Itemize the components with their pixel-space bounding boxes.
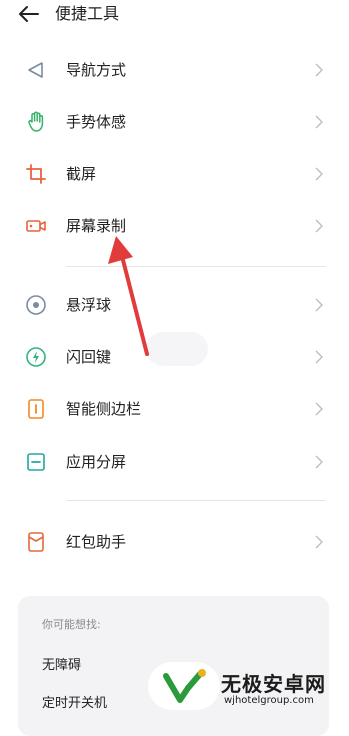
red-envelope-icon [28, 532, 44, 552]
floating-ball-icon [26, 295, 46, 315]
lightning-bolt-icon [26, 347, 46, 367]
row-red-packet-assistant[interactable]: 红包助手 [0, 516, 349, 568]
row-screen-recording[interactable]: 屏幕录制 [0, 200, 349, 252]
page-title: 便捷工具 [55, 4, 120, 23]
watermark-site-name: 无极安卓网 [221, 672, 326, 696]
row-split-screen[interactable]: 应用分屏 [0, 436, 349, 488]
chevron-right-icon [315, 115, 323, 129]
chevron-right-icon [315, 63, 323, 77]
chevron-right-icon [315, 350, 323, 364]
row-navigation-mode[interactable]: 导航方式 [0, 44, 349, 96]
row-floating-ball[interactable]: 悬浮球 [0, 279, 349, 331]
row-label: 屏幕录制 [66, 217, 127, 235]
navigation-triangle-icon [28, 62, 43, 78]
section-divider [66, 266, 326, 267]
suggestion-item-scheduled-power[interactable]: 定时开关机 [42, 692, 107, 711]
row-screenshot[interactable]: 截屏 [0, 148, 349, 200]
row-label: 导航方式 [66, 61, 127, 79]
crop-icon [26, 164, 46, 184]
header: 便捷工具 [0, 0, 349, 30]
split-screen-icon [27, 453, 45, 471]
sidebar-panel-icon [28, 399, 44, 419]
section-divider [66, 500, 326, 501]
row-label: 红包助手 [66, 533, 127, 551]
back-arrow-icon[interactable] [18, 4, 40, 24]
chevron-right-icon [315, 167, 323, 181]
row-smart-sidebar[interactable]: 智能侧边栏 [0, 383, 349, 435]
hand-gesture-icon [28, 111, 44, 132]
chevron-right-icon [315, 455, 323, 469]
video-camera-icon [26, 220, 46, 232]
watermark-logo-badge [148, 662, 220, 710]
chevron-right-icon [315, 298, 323, 312]
watermark-logo-icon [163, 669, 206, 703]
row-label: 手势体感 [66, 113, 127, 131]
row-gesture-motion[interactable]: 手势体感 [0, 96, 349, 148]
suggestions-heading: 你可能想找: [42, 618, 101, 631]
chevron-right-icon [315, 402, 323, 416]
row-label: 智能侧边栏 [66, 400, 142, 418]
row-label: 截屏 [66, 165, 97, 183]
suggestion-item-accessibility[interactable]: 无障碍 [42, 654, 81, 673]
chevron-right-icon [315, 535, 323, 549]
row-flashback-key[interactable]: 闪回键 [0, 331, 349, 383]
watermark-site-url: wjhotelgroup.com [224, 695, 314, 706]
row-label: 悬浮球 [66, 296, 112, 314]
row-label: 应用分屏 [66, 453, 127, 471]
chevron-right-icon [315, 219, 323, 233]
row-label: 闪回键 [66, 348, 112, 366]
